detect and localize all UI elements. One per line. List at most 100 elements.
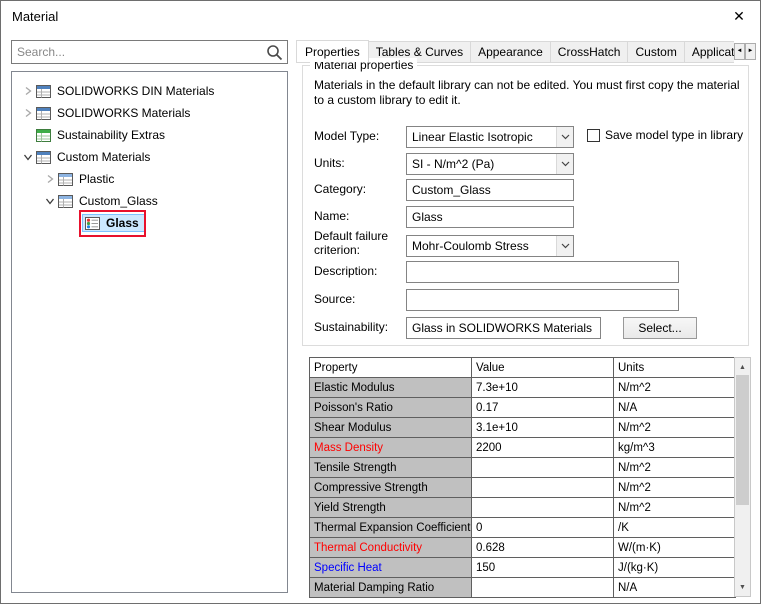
tree-item-label: SOLIDWORKS Materials	[57, 106, 191, 120]
chevron-right-icon[interactable]	[42, 174, 58, 184]
property-value-cell[interactable]: 0.628	[471, 537, 614, 558]
property-name-cell: Tensile Strength	[309, 457, 472, 478]
table-row: Tensile Strength N/m^2	[309, 457, 736, 478]
property-name-cell: Thermal Conductivity	[309, 537, 472, 558]
description-field[interactable]	[406, 261, 679, 283]
property-name-cell: Poisson's Ratio	[309, 397, 472, 418]
chevron-down-icon	[556, 236, 573, 256]
property-name-cell: Yield Strength	[309, 497, 472, 518]
property-value-cell[interactable]: 7.3e+10	[471, 377, 614, 398]
tree-item-label: Plastic	[79, 172, 115, 186]
description-label: Description:	[314, 264, 378, 278]
chevron-right-icon[interactable]	[20, 108, 36, 118]
table-row: Compressive Strength N/m^2	[309, 477, 736, 498]
property-name-cell: Specific Heat	[309, 557, 472, 578]
default-library-notice: Materials in the default library can not…	[314, 78, 740, 107]
scrollbar-thumb[interactable]	[736, 375, 749, 505]
model-type-select[interactable]: Linear Elastic Isotropic	[406, 126, 574, 148]
property-value-cell[interactable]: 2200	[471, 437, 614, 458]
property-units-cell: N/m^2	[613, 497, 736, 518]
source-field[interactable]	[406, 289, 679, 311]
property-units-cell: W/(m·K)	[613, 537, 736, 558]
close-icon: ✕	[733, 7, 745, 24]
tab-properties[interactable]: Properties	[296, 40, 369, 62]
model-type-label: Model Type:	[314, 129, 380, 143]
scroll-up-icon[interactable]: ▲	[735, 360, 750, 376]
table-row: Material Damping Ratio N/A	[309, 577, 736, 598]
search-icon[interactable]	[266, 44, 283, 64]
name-field[interactable]	[406, 206, 574, 228]
property-name-cell: Mass Density	[309, 437, 472, 458]
tree-item-solidworks-materials[interactable]: SOLIDWORKS Materials	[12, 102, 287, 124]
table-row: Specific Heat 150 J/(kg·K)	[309, 557, 736, 578]
category-field[interactable]	[406, 179, 574, 201]
table-row: Thermal Conductivity 0.628 W/(m·K)	[309, 537, 736, 558]
property-name-cell: Thermal Expansion Coefficient	[309, 517, 472, 538]
material-dialog: Material ✕ SOLIDWORKS DIN Materials	[0, 0, 761, 604]
tree-item-label: Sustainability Extras	[57, 128, 166, 142]
property-value-cell[interactable]	[471, 497, 614, 518]
tab-custom[interactable]: Custom	[627, 41, 685, 62]
property-value-cell[interactable]: 3.1e+10	[471, 417, 614, 438]
chevron-down-icon	[556, 154, 573, 174]
tree-item-label: Custom Materials	[57, 150, 151, 164]
material-category-icon	[58, 194, 76, 208]
model-type-value: Linear Elastic Isotropic	[412, 130, 533, 144]
source-label: Source:	[314, 292, 356, 306]
property-value-cell[interactable]	[471, 477, 614, 498]
tab-application-data[interactable]: Application Da	[683, 41, 734, 62]
tree-item-glass[interactable]: Glass	[12, 212, 287, 234]
tab-appearance[interactable]: Appearance	[470, 41, 551, 62]
chevron-down-icon[interactable]	[42, 196, 58, 206]
property-units-cell: N/m^2	[613, 377, 736, 398]
tree-item-solidworks-din-materials[interactable]: SOLIDWORKS DIN Materials	[12, 80, 287, 102]
property-name-cell: Material Damping Ratio	[309, 577, 472, 598]
failure-criterion-select[interactable]: Mohr-Coulomb Stress	[406, 235, 574, 257]
tree-item-custom-materials[interactable]: Custom Materials	[12, 146, 287, 168]
tree-item-plastic[interactable]: Plastic	[12, 168, 287, 190]
material-properties-group: Material properties Materials in the def…	[302, 58, 749, 346]
dialog-title: Material	[12, 9, 59, 24]
material-category-icon	[58, 172, 76, 186]
category-label: Category:	[314, 182, 367, 196]
table-row: Elastic Modulus 7.3e+10 N/m^2	[309, 377, 736, 398]
tab-crosshatch[interactable]: CrossHatch	[549, 41, 629, 62]
header-units: Units	[613, 357, 736, 378]
sustainability-field[interactable]	[406, 317, 601, 339]
search-input[interactable]	[12, 41, 262, 63]
chevron-down-icon[interactable]	[20, 152, 36, 162]
tab-scroll-right-icon[interactable]: ►	[745, 43, 756, 60]
scroll-down-icon[interactable]: ▼	[735, 580, 750, 596]
property-value-cell[interactable]: 150	[471, 557, 614, 578]
save-model-type-label: Save model type in library	[605, 128, 744, 142]
units-select[interactable]: SI - N/m^2 (Pa)	[406, 153, 574, 175]
table-row: Poisson's Ratio 0.17 N/A	[309, 397, 736, 418]
tree-item-sustainability-extras[interactable]: Sustainability Extras	[12, 124, 287, 146]
material-library-icon	[36, 84, 54, 98]
chevron-right-icon[interactable]	[20, 86, 36, 96]
material-library-icon	[36, 106, 54, 120]
tree-item-label: Glass	[106, 216, 139, 230]
selected-tree-item[interactable]: Glass	[82, 214, 145, 232]
property-name-cell: Elastic Modulus	[309, 377, 472, 398]
units-label: Units:	[314, 156, 345, 170]
property-name-cell: Shear Modulus	[309, 417, 472, 438]
property-value-cell[interactable]	[471, 457, 614, 478]
close-button[interactable]: ✕	[724, 4, 754, 28]
table-row: Yield Strength N/m^2	[309, 497, 736, 518]
tab-scroll-arrows: ◄ ►	[734, 43, 756, 60]
material-icon	[85, 216, 103, 230]
units-value: SI - N/m^2 (Pa)	[412, 157, 495, 171]
tree-item-custom-glass[interactable]: Custom_Glass	[12, 190, 287, 212]
property-value-cell[interactable]: 0.17	[471, 397, 614, 418]
save-model-type-checkbox[interactable]	[587, 129, 600, 142]
sustainability-label: Sustainability:	[314, 320, 389, 334]
table-row: Shear Modulus 3.1e+10 N/m^2	[309, 417, 736, 438]
table-scrollbar[interactable]: ▲ ▼	[734, 357, 751, 597]
property-units-cell: N/m^2	[613, 457, 736, 478]
select-button[interactable]: Select...	[623, 317, 697, 339]
tab-scroll-left-icon[interactable]: ◄	[734, 43, 745, 60]
property-value-cell[interactable]	[471, 577, 614, 598]
title-bar: Material ✕	[1, 1, 760, 31]
property-value-cell[interactable]: 0	[471, 517, 614, 538]
